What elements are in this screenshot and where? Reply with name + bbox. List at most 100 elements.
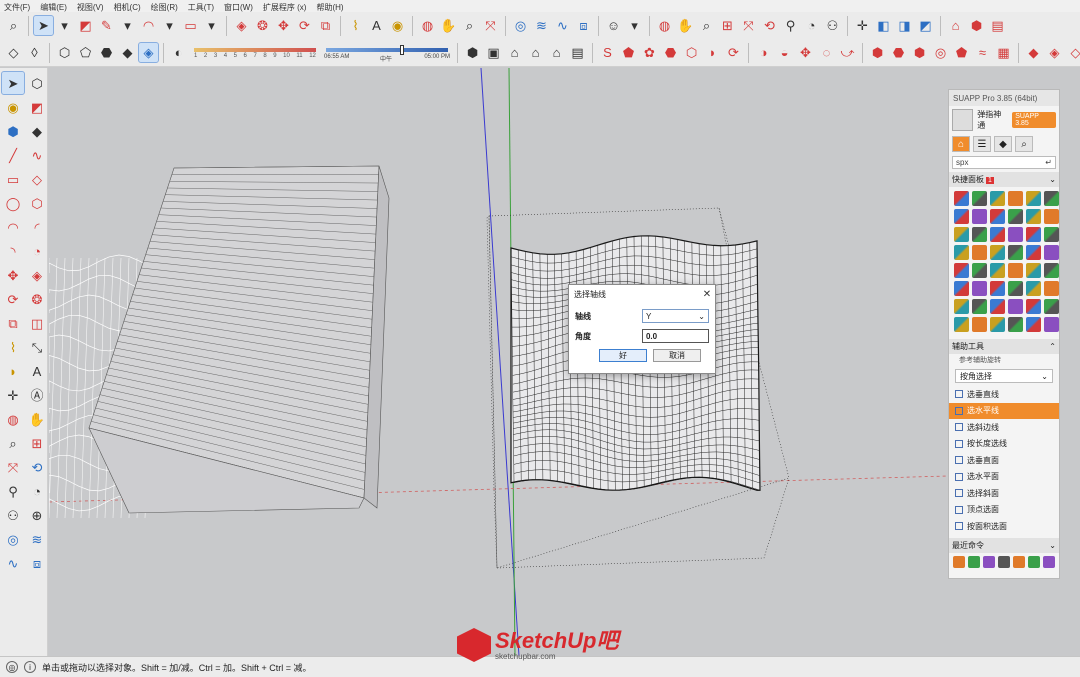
suapp-plugin-icon[interactable] [1026, 209, 1041, 224]
top-view-icon[interactable]: ▣ [484, 43, 503, 62]
shadow-date-slider[interactable]: 1 2 3 4 5 6 7 8 9 10 11 12 [190, 42, 320, 64]
suapp-plugin-icon[interactable] [1044, 227, 1059, 242]
suapp-tool-icon[interactable]: ⤻ [838, 43, 857, 62]
enter-icon[interactable]: ↵ [1045, 158, 1052, 167]
section-plane-icon[interactable]: ⊕ [26, 504, 48, 526]
suapp-plugin-icon[interactable] [1008, 191, 1023, 206]
suapp-plugin-icon[interactable] [990, 209, 1005, 224]
suapp-tool-icon[interactable]: ◒ [775, 43, 794, 62]
pie-tool-icon[interactable]: ◔ [26, 240, 48, 262]
sandbox-scratch-icon[interactable]: ≋ [26, 528, 48, 550]
line-tool-icon[interactable]: ╱ [2, 144, 24, 166]
position-camera-icon[interactable]: ⚲ [2, 480, 24, 502]
suapp-plugin-icon[interactable] [972, 299, 987, 314]
back-edges-icon[interactable]: ◊ [25, 43, 44, 62]
menu-extensions[interactable]: 扩展程序 (x) [263, 2, 307, 13]
suapp-plugin-icon[interactable] [954, 209, 969, 224]
suapp-plugin-icon[interactable] [990, 245, 1005, 260]
quick-panel-header[interactable]: 快捷面板 1 ⌄ [949, 172, 1059, 187]
suapp-search-input[interactable]: spx ↵ [952, 156, 1056, 169]
recent-command-icon[interactable] [1013, 555, 1025, 568]
extension-warehouse-icon[interactable]: ⬢ [967, 16, 986, 35]
suapp-plugin-icon[interactable] [1044, 245, 1059, 260]
circle-tool-icon[interactable]: ◯ [2, 192, 24, 214]
suapp-plugin-icon[interactable] [1008, 245, 1023, 260]
suapp-plugin-icon[interactable] [990, 227, 1005, 242]
suapp-plugin-icon[interactable] [1044, 281, 1059, 296]
chevron-down-icon[interactable]: ⌄ [1049, 175, 1056, 184]
angle-input[interactable]: 0.0 [641, 329, 709, 343]
recent-command-icon[interactable] [1028, 555, 1040, 568]
suapp-plugin-icon[interactable] [972, 281, 987, 296]
suapp-plugin-icon[interactable] [990, 281, 1005, 296]
zoom-window-icon[interactable]: ⊞ [26, 432, 48, 454]
previous-view-icon[interactable]: ⟲ [26, 456, 48, 478]
suapp-plugin-icon[interactable] [1026, 299, 1041, 314]
zoom-tool-icon[interactable]: ⌕ [460, 16, 479, 35]
suapp-plugin-icon[interactable] [954, 227, 969, 242]
suapp-plugin-icon[interactable] [1008, 209, 1023, 224]
rotate-tool-icon[interactable]: ⟳ [295, 16, 314, 35]
arc-tool-icon[interactable]: ◠ [139, 16, 158, 35]
layout-icon[interactable]: ▤ [988, 16, 1007, 35]
shaded-textures-icon[interactable]: ◆ [118, 43, 137, 62]
suapp-tool-icon[interactable]: ✥ [796, 43, 815, 62]
model-viewport[interactable] [49, 68, 947, 656]
suapp-tool-icon[interactable]: ⟳ [724, 43, 743, 62]
user-account-icon[interactable]: ☺ [604, 16, 623, 35]
look-around-icon[interactable]: ◔ [802, 16, 821, 35]
rotate-tool-icon[interactable]: ⟳ [2, 288, 24, 310]
pencil-line-icon[interactable]: ✎ [97, 16, 116, 35]
menu-view[interactable]: 视图(V) [77, 2, 104, 13]
offset-tool-icon[interactable]: ◫ [26, 312, 48, 334]
suapp-plugin-icon[interactable] [1008, 227, 1023, 242]
menu-tools[interactable]: 工具(T) [188, 2, 214, 13]
tape-measure-icon[interactable]: ⌇ [346, 16, 365, 35]
sandbox-contours-icon[interactable]: ◎ [2, 528, 24, 550]
orbit-tool-icon[interactable]: ◍ [418, 16, 437, 35]
pan-tool-icon[interactable]: ✋ [676, 16, 695, 35]
polygon-tool-icon[interactable]: ⬡ [26, 192, 48, 214]
suapp-plugin-icon[interactable] [972, 263, 987, 278]
move-tool-icon[interactable]: ✥ [2, 264, 24, 286]
list-item[interactable]: 顶点选面 [949, 502, 1059, 519]
list-item[interactable]: 选水平面 [949, 469, 1059, 486]
menu-help[interactable]: 帮助(H) [316, 2, 343, 13]
tag-icon[interactable]: ◆ [26, 120, 48, 142]
menu-file[interactable]: 文件(F) [4, 2, 30, 13]
suapp-tool-icon[interactable]: ◎ [931, 43, 950, 62]
suapp-plugin-icon[interactable] [954, 191, 969, 206]
suapp-plugin-icon[interactable] [1026, 263, 1041, 278]
suapp-tool-icon[interactable]: ⬟ [619, 43, 638, 62]
dropdown-arrow-icon[interactable]: ▾ [202, 16, 221, 35]
close-icon[interactable]: ✕ [699, 289, 715, 300]
display-section-planes-icon[interactable]: ◨ [895, 16, 914, 35]
position-camera-icon[interactable]: ⚲ [781, 16, 800, 35]
info-icon[interactable]: i [24, 661, 36, 673]
recent-command-icon[interactable] [998, 555, 1010, 568]
recent-command-icon[interactable] [1043, 555, 1055, 568]
suapp-plugin-icon[interactable] [1044, 209, 1059, 224]
zoom-tool-icon[interactable]: ⌕ [2, 432, 24, 454]
3d-text-icon[interactable]: Ⓐ [26, 384, 48, 406]
arc-tool-icon[interactable]: ◠ [2, 216, 24, 238]
suapp-plugin-icon[interactable] [1044, 317, 1059, 332]
suapp-tool-icon[interactable]: ⬢ [910, 43, 929, 62]
suapp-plugin-icon[interactable] [972, 191, 987, 206]
search-icon[interactable]: ⌕ [4, 16, 23, 35]
suapp-tool-icon[interactable]: ⬣ [889, 43, 908, 62]
search-icon[interactable]: ⌕ [1015, 136, 1033, 152]
suapp-plugin-icon[interactable] [954, 245, 969, 260]
section-plane-icon[interactable]: ◧ [874, 16, 893, 35]
zoom-tool-icon[interactable]: ⌕ [697, 16, 716, 35]
orbit-tool-icon[interactable]: ◍ [655, 16, 674, 35]
zoom-extents-icon[interactable]: ⤧ [481, 16, 500, 35]
axes-tool-icon[interactable]: ✛ [853, 16, 872, 35]
list-item[interactable]: 选垂直线 [949, 386, 1059, 403]
monochrome-icon[interactable]: ◈ [138, 42, 159, 63]
suapp-plugin-icon[interactable] [954, 281, 969, 296]
model-scene[interactable] [49, 68, 947, 656]
eraser-icon[interactable]: ◩ [26, 96, 48, 118]
text-tool-icon[interactable]: A [26, 360, 48, 382]
suapp-plugin-icon[interactable] [1026, 191, 1041, 206]
